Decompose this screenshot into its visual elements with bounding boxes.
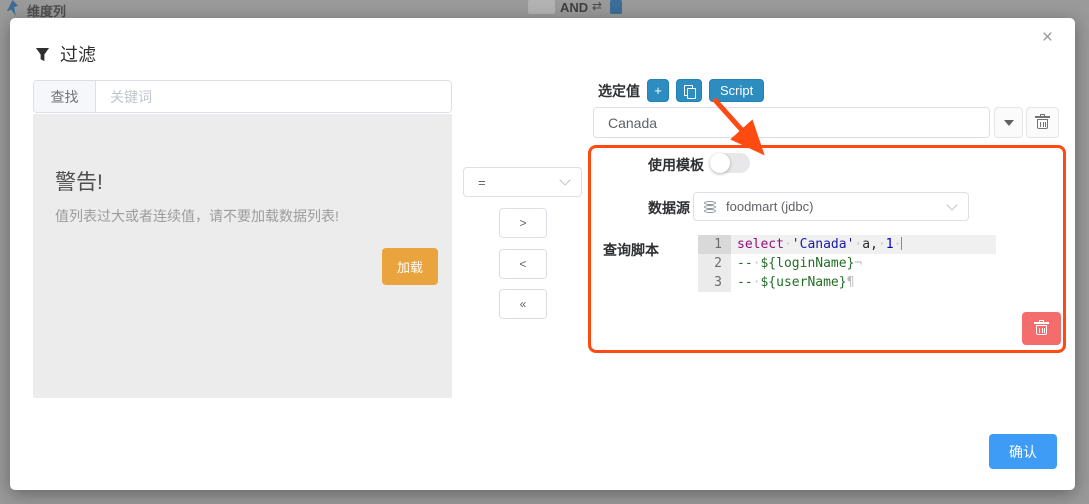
database-icon (704, 201, 716, 213)
copy-button[interactable] (676, 79, 702, 102)
close-icon[interactable]: × (1042, 28, 1053, 47)
copy-icon (684, 85, 694, 97)
caret-down-icon (1004, 120, 1014, 126)
warning-text: 值列表过大或者连续值，请不要加载数据列表! (55, 206, 339, 226)
operator-select[interactable]: = (463, 167, 582, 197)
chevron-down-icon (559, 174, 570, 185)
line-number-gutter: 123 (698, 235, 731, 292)
swap-icon: ⇄ (592, 0, 602, 13)
search-input-group: 查找 (33, 80, 452, 113)
selected-value-label: 选定值 (598, 81, 640, 101)
warning-title: 警告! (55, 166, 103, 196)
datasource-select[interactable]: foodmart (jdbc) (693, 192, 969, 221)
use-template-label: 使用模板 (648, 155, 704, 175)
trash-icon (1037, 116, 1048, 129)
sql-code-editor[interactable]: 123 select·'Canada'·a,·1·--·${loginName}… (698, 235, 996, 292)
and-operator-label: AND (560, 0, 588, 15)
datasource-label: 数据源 (648, 198, 690, 218)
move-all-left-button[interactable]: « (499, 289, 547, 319)
add-value-button[interactable]: + (647, 79, 669, 102)
filter-dialog: × 过滤 查找 警告! 值列表过大或者连续值，请不要加载数据列表! 加载 = >… (10, 18, 1075, 490)
script-button[interactable]: Script (709, 79, 764, 102)
pin-icon (7, 0, 18, 16)
chevron-down-icon (946, 199, 957, 210)
value-dropdown-button[interactable] (994, 107, 1023, 138)
move-left-button[interactable]: < (499, 249, 547, 279)
keyword-input[interactable] (96, 81, 451, 112)
datasource-value: foodmart (jdbc) (726, 199, 948, 214)
move-right-button[interactable]: > (499, 208, 547, 238)
background-blue-icon (610, 0, 622, 14)
query-script-label: 查询脚本 (603, 240, 659, 260)
selected-value-input[interactable]: Canada (593, 107, 990, 138)
background-chip (528, 0, 555, 14)
delete-value-button[interactable] (1026, 107, 1059, 138)
load-button[interactable]: 加载 (382, 248, 438, 285)
script-section-annotation-box: 使用模板 数据源 foodmart (jdbc) 查询脚本 123 select… (588, 145, 1066, 353)
delete-script-button[interactable] (1022, 312, 1061, 345)
dialog-title: 过滤 (60, 41, 96, 67)
dialog-header: 过滤 (35, 41, 96, 67)
use-template-toggle[interactable] (710, 153, 750, 173)
code-content[interactable]: select·'Canada'·a,·1·--·${loginName}¬--·… (731, 235, 996, 292)
trash-icon (1036, 322, 1047, 335)
search-label: 查找 (34, 81, 96, 112)
operator-value: = (464, 175, 561, 190)
filter-icon (35, 47, 50, 62)
value-list-panel: 警告! 值列表过大或者连续值，请不要加载数据列表! 加载 (33, 114, 452, 398)
background-page: 维度列 AND ⇄ (0, 0, 1089, 18)
selected-value-header: 选定值 + Script (598, 79, 764, 102)
confirm-button[interactable]: 确认 (989, 434, 1057, 469)
